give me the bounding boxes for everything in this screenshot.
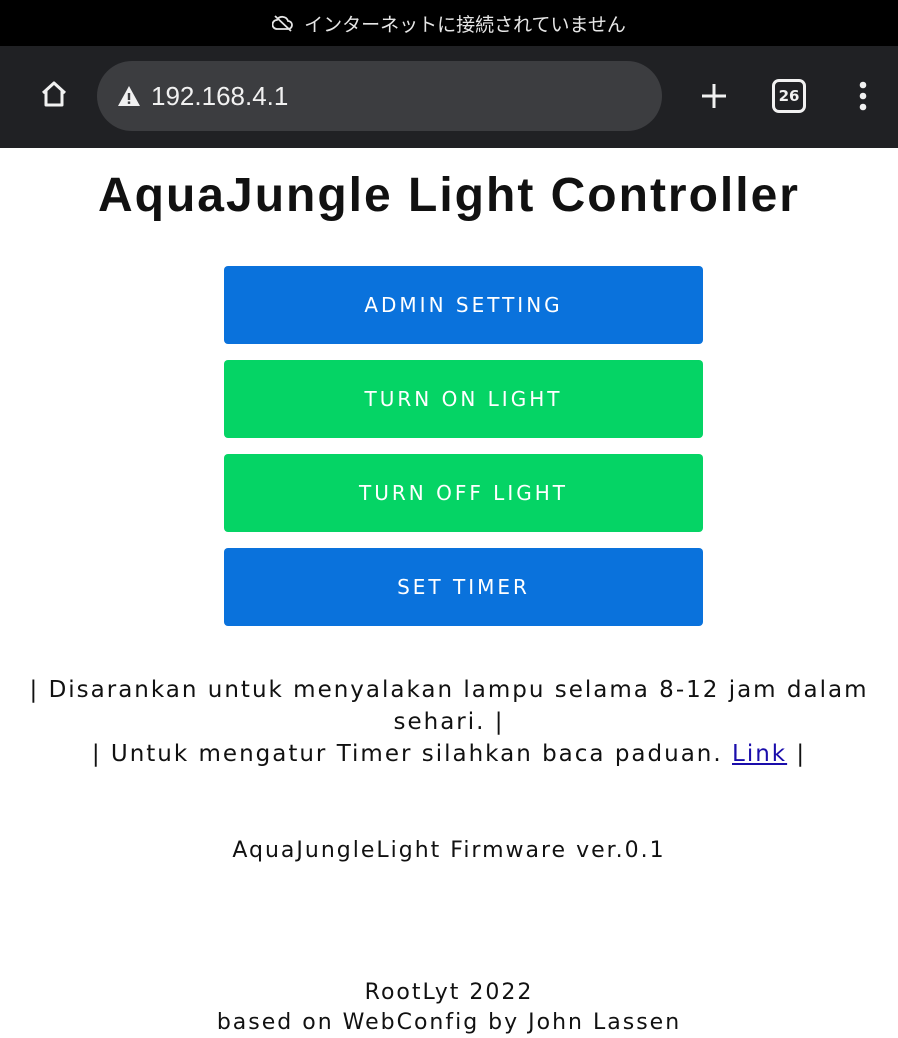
plus-icon	[699, 81, 729, 115]
url-text: 192.168.4.1	[151, 80, 289, 111]
credits-line-1: RootLyt 2022	[364, 980, 534, 1005]
admin-setting-button[interactable]: ADMIN SETTING	[224, 266, 703, 344]
url-bar[interactable]: 192.168.4.1	[97, 61, 662, 131]
tab-count: 26	[778, 87, 800, 105]
cloud-off-icon	[272, 14, 294, 32]
info-line-2-suffix: |	[787, 741, 807, 767]
info-line-2: | Untuk mengatur Timer silahkan baca pad…	[0, 738, 898, 770]
turn-off-light-button[interactable]: TURN OFF LIGHT	[224, 454, 703, 532]
home-button[interactable]	[34, 76, 74, 116]
credits-line-2: based on WebConfig by John Lassen	[216, 1010, 682, 1035]
info-text: | Disarankan untuk menyalakan lampu sela…	[0, 674, 898, 770]
set-timer-button[interactable]: SET TIMER	[224, 548, 703, 626]
more-menu-button[interactable]	[848, 78, 878, 118]
firmware-version: AquaJungleLight Firmware ver.0.1	[232, 838, 666, 863]
turn-on-light-button[interactable]: TURN ON LIGHT	[224, 360, 703, 438]
credits: RootLyt 2022 based on WebConfig by John …	[0, 978, 898, 1038]
page-title: AquaJungle Light Controller	[98, 169, 800, 222]
info-line-1: | Disarankan untuk menyalakan lampu sela…	[29, 677, 869, 735]
offline-message: インターネットに接続されていません	[304, 13, 626, 36]
system-status-bar: インターネットに接続されていません	[0, 0, 898, 46]
warning-icon[interactable]	[117, 85, 141, 107]
info-line-2-prefix: | Untuk mengatur Timer silahkan baca pad…	[91, 741, 732, 767]
page-content: AquaJungle Light Controller ADMIN SETTIN…	[0, 148, 898, 1035]
new-tab-button[interactable]	[692, 76, 736, 120]
browser-toolbar: 192.168.4.1 26	[0, 46, 898, 148]
tabs-button[interactable]: 26	[772, 79, 806, 113]
guide-link[interactable]: Link	[732, 741, 787, 767]
home-icon	[38, 78, 70, 114]
more-vert-icon	[859, 81, 867, 115]
